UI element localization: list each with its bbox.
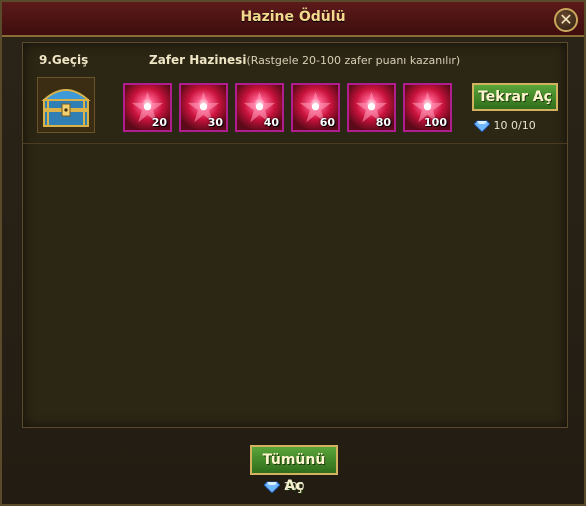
chest-icon xyxy=(37,77,95,133)
again-cost: 10 0/10 xyxy=(473,119,536,133)
attempts-counter: 0/10 xyxy=(511,119,536,132)
diamond-icon xyxy=(263,480,281,494)
open-all-button[interactable]: Tümünü Aç xyxy=(250,445,338,494)
reward-slot[interactable]: 40 xyxy=(235,83,284,132)
diamond-icon xyxy=(473,119,491,133)
reward-value: 80 xyxy=(375,116,391,129)
open-again-button[interactable]: Tekrar Aç xyxy=(472,83,558,111)
reward-slot[interactable]: 100 xyxy=(403,83,452,132)
reward-panel: 9.Geçiş Zafer Hazinesi(Rastgele 20-100 z… xyxy=(22,42,568,428)
reward-slot[interactable]: 20 xyxy=(123,83,172,132)
reward-note: (Rastgele 20-100 zafer puanı kazanılır) xyxy=(246,54,461,67)
reward-value: 40 xyxy=(263,116,279,129)
title-bar: Hazine Ödülü xyxy=(2,2,584,37)
reward-value: 60 xyxy=(319,116,335,129)
reward-slot[interactable]: 60 xyxy=(291,83,340,132)
pass-label: 9.Geçiş xyxy=(39,53,89,67)
total-cost-value: 100 xyxy=(283,480,305,493)
reward-row: 9.Geçiş Zafer Hazinesi(Rastgele 20-100 z… xyxy=(23,43,567,144)
reward-name: Zafer Hazinesi xyxy=(149,53,247,67)
reward-window: Hazine Ödülü ✕ 9.Geçiş Zafer Hazinesi(Ra… xyxy=(0,0,586,506)
reward-value: 100 xyxy=(424,116,447,129)
reward-title: Zafer Hazinesi(Rastgele 20-100 zafer pua… xyxy=(149,53,460,67)
close-icon[interactable]: ✕ xyxy=(554,8,578,32)
reward-value: 30 xyxy=(207,116,223,129)
reward-slot[interactable]: 80 xyxy=(347,83,396,132)
total-cost: 100 xyxy=(263,480,305,494)
window-title: Hazine Ödülü xyxy=(240,9,346,25)
reward-slot[interactable]: 30 xyxy=(179,83,228,132)
gem-cost: 10 xyxy=(493,119,508,132)
reward-value: 20 xyxy=(151,116,167,129)
